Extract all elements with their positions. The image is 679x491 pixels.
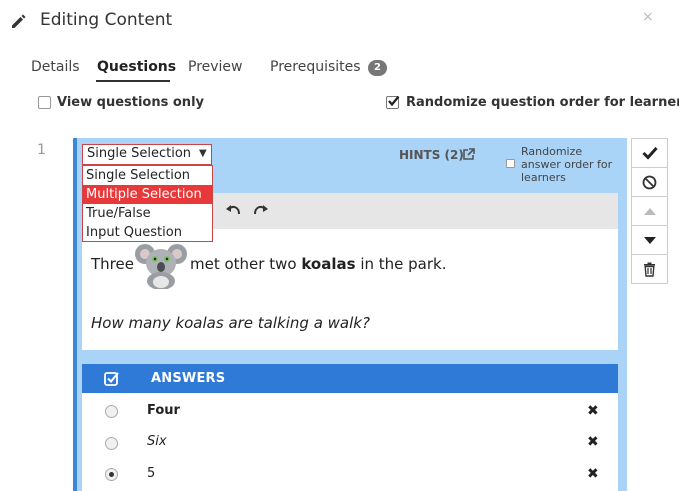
question-number: 1 [37,142,46,158]
close-icon[interactable]: × [642,9,654,25]
content-text-start: Three [91,255,134,273]
check-icon [641,146,658,160]
check-square-icon [104,372,119,386]
question-type-dropdown: Single Selection Multiple Selection True… [82,165,213,242]
move-down-button[interactable] [631,225,668,255]
option-true-false[interactable]: True/False [83,204,212,223]
move-up-icon [643,207,656,215]
remove-answer-icon[interactable]: ✖ [587,466,599,482]
remove-answer-icon[interactable]: ✖ [587,434,599,450]
randomize-question-order-checkbox[interactable] [386,95,400,109]
tab-details[interactable]: Details [31,59,80,75]
answer-radio-selected[interactable] [105,468,118,481]
view-questions-only-label: View questions only [57,95,204,110]
page-title: Editing Content [40,10,173,30]
content-text-bold: koalas [301,255,356,273]
option-single-selection[interactable]: Single Selection [83,166,212,185]
external-link-icon[interactable] [463,148,475,160]
option-multiple-selection[interactable]: Multiple Selection [83,185,212,204]
delete-button[interactable] [631,254,668,284]
answer-text[interactable]: Four [147,403,180,418]
caret-down-icon: ▼ [199,148,207,159]
view-questions-only-checkbox[interactable] [38,96,51,109]
redo-icon[interactable] [253,204,269,218]
editor-toolbar [213,193,618,229]
content-text-after: met other two [190,255,297,273]
pencil-icon [12,14,26,28]
hints-link[interactable]: HINTS (2) [399,148,464,162]
option-input-question[interactable]: Input Question [83,223,212,242]
move-up-button[interactable] [631,196,668,226]
active-tab-underline [96,80,170,82]
trash-icon [644,262,655,277]
prerequisites-count-badge: 2 [368,60,387,76]
answer-text[interactable]: 5 [147,466,155,481]
undo-icon[interactable] [225,204,241,218]
question-text: How many koalas are talking a walk? [91,314,370,332]
answer-radio[interactable] [105,437,118,450]
answer-text[interactable]: Six [147,434,167,449]
content-text-middle: met other two koalas in the park. [190,255,446,273]
answers-title: ANSWERS [151,371,226,386]
koala-image [135,244,187,289]
checkmark-icon [388,95,400,107]
disable-button[interactable] [631,167,668,197]
tab-prerequisites[interactable]: Prerequisites [270,59,361,75]
move-down-icon [643,236,656,244]
tab-questions[interactable]: Questions [97,59,176,75]
answer-radio[interactable] [105,405,118,418]
randomize-question-order-label: Randomize question order for learners [406,95,679,110]
tab-preview[interactable]: Preview [188,59,243,75]
disable-icon [642,175,657,189]
content-text-end: in the park. [360,255,447,273]
remove-answer-icon[interactable]: ✖ [587,403,599,419]
confirm-button[interactable] [631,138,668,168]
randomize-answers-checkbox[interactable] [506,159,515,168]
question-type-selected: Single Selection [87,146,192,161]
randomize-answers-label: Randomize answer order for learners [521,145,613,184]
question-type-select[interactable]: Single Selection [82,144,212,165]
